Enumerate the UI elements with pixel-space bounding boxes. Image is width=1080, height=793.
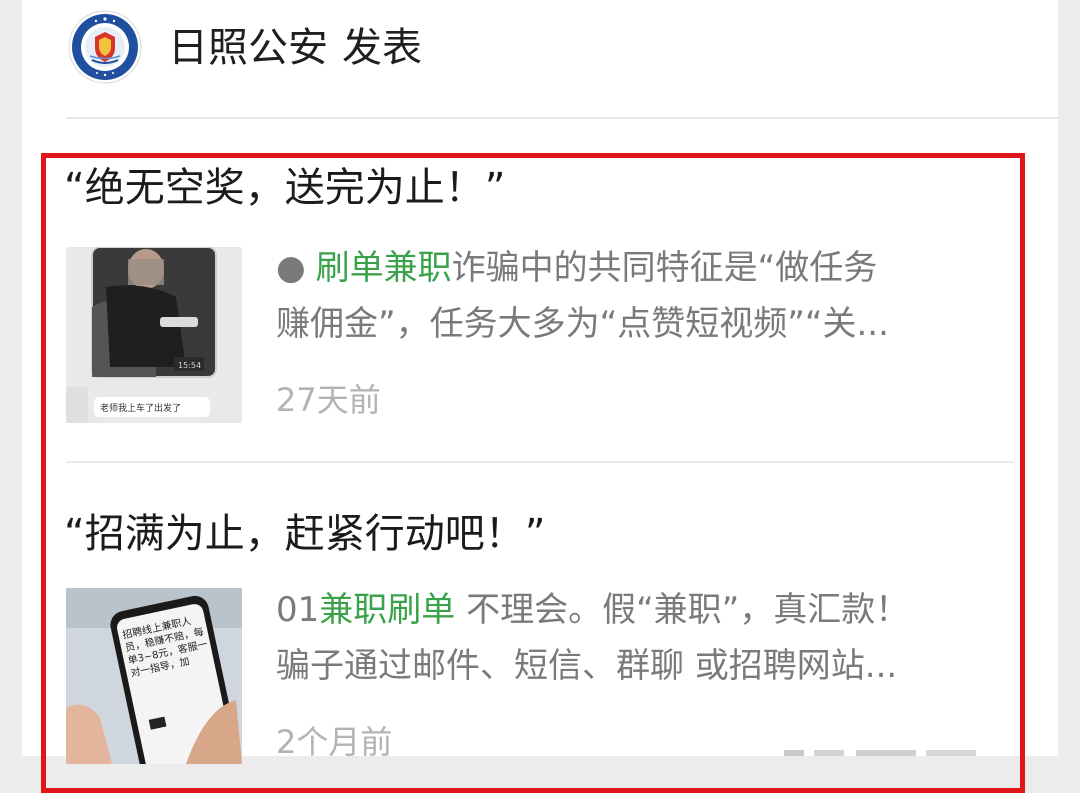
police-badge-logo-icon[interactable] (68, 10, 142, 84)
account-title[interactable]: 日照公安 发表 (168, 20, 422, 76)
account-header[interactable]: 日照公安 发表 (22, 0, 1058, 118)
account-name[interactable]: 日照公安 (168, 25, 328, 71)
cut-off-text-fragment (784, 750, 976, 756)
highlight-annotation-box (41, 153, 1025, 793)
article-list-panel: 日照公安 发表 “绝无空奖，送完为止！” 15:54 老师我上车了出发了 ● 刷单兼… (22, 0, 1058, 793)
header-divider (66, 117, 1058, 119)
publish-label: 发表 (342, 25, 422, 71)
